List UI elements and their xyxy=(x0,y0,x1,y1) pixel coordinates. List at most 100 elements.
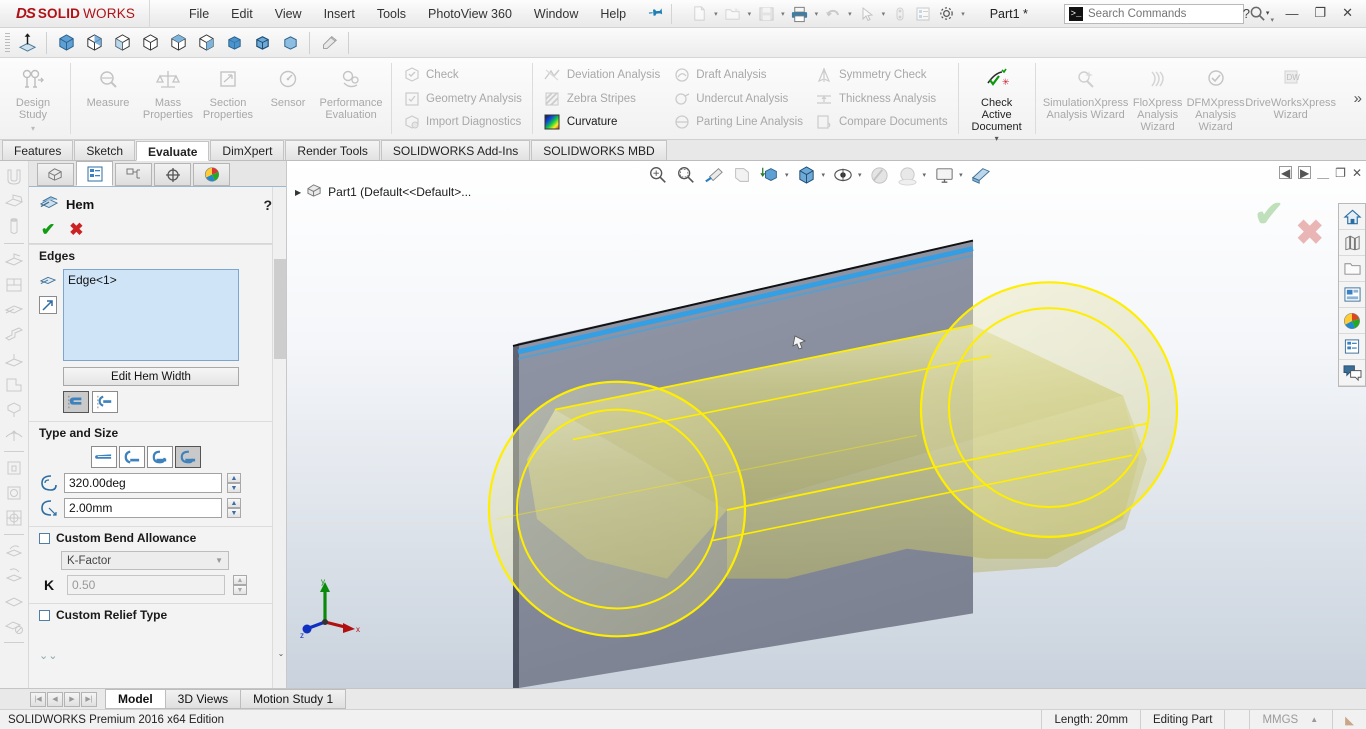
deviation-analysis-button[interactable]: Deviation Analysis xyxy=(539,63,664,87)
material-inside-button[interactable] xyxy=(63,391,89,413)
graphics-area[interactable]: ▾ ▾ ▾ ▾ ▾ ◀ ▶ ＿ ❐ ✕ ▶ Part1 (Default<<De… xyxy=(287,161,1366,688)
front-view-icon[interactable] xyxy=(136,30,164,56)
section-header-edges[interactable]: Edges ⌃ xyxy=(29,244,286,266)
trimetric-view-icon[interactable] xyxy=(80,30,108,56)
open-folder-icon[interactable] xyxy=(722,3,744,25)
floxpress-button[interactable]: FloXpress Analysis Wizard xyxy=(1129,62,1187,136)
jog-icon[interactable] xyxy=(2,323,26,347)
hem-angle-stepper[interactable]: ▲ ▼ xyxy=(227,473,241,493)
view-settings-icon[interactable] xyxy=(931,163,957,187)
section-header-custom-relief-type[interactable]: Custom Relief Type ⌃ xyxy=(29,603,286,625)
previous-document-icon[interactable]: ◀ xyxy=(1279,166,1293,180)
print-icon[interactable] xyxy=(789,3,811,25)
accept-button[interactable]: ✔ xyxy=(41,221,55,238)
simple-hole-icon[interactable] xyxy=(2,481,26,505)
compare-documents-button[interactable]: Compare Documents xyxy=(811,110,952,134)
selected-edge-item[interactable]: Edge<1> xyxy=(68,273,117,287)
home-icon[interactable] xyxy=(1339,204,1365,230)
custom-relief-type-checkbox[interactable] xyxy=(39,609,50,621)
chevron-down-icon[interactable]: ▼ xyxy=(215,556,223,565)
zoom-to-fit-icon[interactable] xyxy=(645,163,671,187)
search-commands-box[interactable]: >_ xyxy=(1064,4,1244,24)
cancel-button[interactable]: ✖ xyxy=(69,221,83,238)
edit-hem-width-button[interactable]: Edit Hem Width xyxy=(63,367,239,386)
sheet-metal-base-flange-icon[interactable] xyxy=(2,165,26,189)
section-view-icon[interactable] xyxy=(729,163,755,187)
convert-to-sheet-metal-icon[interactable] xyxy=(2,190,26,214)
display-manager-tab[interactable] xyxy=(193,163,230,186)
sketched-bend-icon[interactable] xyxy=(2,348,26,372)
closed-corner-icon[interactable] xyxy=(2,373,26,397)
previous-view-icon[interactable] xyxy=(701,163,727,187)
top-view-icon[interactable] xyxy=(164,30,192,56)
check-active-document-button[interactable]: ✳ Check Active Document ▾ xyxy=(966,62,1028,148)
feature-tree-root-label[interactable]: Part1 (Default<<Default>... xyxy=(328,185,471,199)
vent-icon[interactable] xyxy=(2,506,26,530)
restore-button[interactable]: ❐ xyxy=(1307,3,1333,23)
lofted-bend-icon[interactable] xyxy=(2,215,26,239)
edge-flange-icon[interactable] xyxy=(2,248,26,272)
menu-file[interactable]: File xyxy=(178,3,220,25)
hem-icon[interactable] xyxy=(2,298,26,322)
configuration-manager-tab[interactable] xyxy=(115,163,152,186)
closed-hem-button[interactable] xyxy=(91,446,117,468)
tab-3d-views[interactable]: 3D Views xyxy=(164,689,242,709)
menu-help[interactable]: Help xyxy=(589,3,637,25)
hem-radius-stepper[interactable]: ▲ ▼ xyxy=(227,498,241,518)
forming-tool-icon[interactable] xyxy=(2,423,26,447)
scrollbar-thumb[interactable] xyxy=(274,259,286,359)
extruded-cut-icon[interactable] xyxy=(2,456,26,480)
section-header-type-and-size[interactable]: Type and Size ⌃ xyxy=(29,421,286,443)
menu-insert[interactable]: Insert xyxy=(313,3,366,25)
tab-features[interactable]: Features xyxy=(2,140,74,160)
scroll-down-icon[interactable]: ⌄ xyxy=(275,647,287,660)
zebra-stripes-button[interactable]: Zebra Stripes xyxy=(539,87,664,111)
document-close-button[interactable]: ✕ xyxy=(1352,166,1362,180)
first-tab-icon[interactable]: |◀ xyxy=(30,691,46,707)
bend-allowance-type-select[interactable]: K-Factor ▼ xyxy=(61,551,229,570)
undercut-analysis-button[interactable]: Undercut Analysis xyxy=(668,87,807,111)
zoom-to-area-icon[interactable] xyxy=(673,163,699,187)
isometric-view-icon[interactable] xyxy=(52,30,80,56)
welded-corner-icon[interactable] xyxy=(2,398,26,422)
menu-view[interactable]: View xyxy=(264,3,313,25)
save-icon[interactable] xyxy=(755,3,777,25)
dfmxpress-button[interactable]: DFMXpress Analysis Wizard xyxy=(1187,62,1245,136)
shaded-edges-cube-icon[interactable] xyxy=(248,30,276,56)
help-button[interactable]: ? xyxy=(1236,4,1257,23)
k-factor-stepper[interactable]: ▲ ▼ xyxy=(233,575,247,595)
mass-properties-button[interactable]: Mass Properties xyxy=(138,62,198,124)
tab-motion-study-1[interactable]: Motion Study 1 xyxy=(240,689,347,709)
flyout-feature-tree[interactable]: ▶ Part1 (Default<<Default>... xyxy=(295,183,471,201)
miter-flange-icon[interactable] xyxy=(2,273,26,297)
status-units[interactable]: MMGS xyxy=(1249,709,1310,729)
menu-edit[interactable]: Edit xyxy=(220,3,264,25)
menu-window[interactable]: Window xyxy=(523,3,589,25)
status-resize-grip[interactable]: ◣ xyxy=(1332,709,1366,729)
next-document-icon[interactable]: ▶ xyxy=(1298,166,1312,180)
ribbon-overflow-icon[interactable]: » xyxy=(1354,90,1362,107)
normal-to-icon[interactable] xyxy=(13,30,41,56)
edges-selection-box[interactable]: Edge<1> xyxy=(63,269,239,361)
stepper-up-icon[interactable]: ▲ xyxy=(233,575,247,585)
driveworksxpress-button[interactable]: DW DriveWorksXpress Wizard xyxy=(1245,62,1337,124)
tab-solidworks-mbd[interactable]: SOLIDWORKS MBD xyxy=(531,140,667,160)
draft-analysis-button[interactable]: Draft Analysis xyxy=(668,63,807,87)
paint-roller-icon[interactable] xyxy=(315,30,343,56)
fold-icon[interactable] xyxy=(2,564,26,588)
last-tab-icon[interactable]: ▶| xyxy=(81,691,97,707)
file-properties-icon[interactable] xyxy=(912,3,934,25)
confirm-reject-icon[interactable]: ✖ xyxy=(1296,213,1325,253)
section-header-custom-bend-allowance[interactable]: Custom Bend Allowance ⌃ xyxy=(29,526,286,548)
check-button[interactable]: Check xyxy=(398,63,526,87)
dimetric-view-icon[interactable] xyxy=(108,30,136,56)
flatten-icon[interactable] xyxy=(2,589,26,613)
tab-model[interactable]: Model xyxy=(105,689,166,709)
rolled-hem-button[interactable] xyxy=(175,446,201,468)
stepper-down-icon[interactable]: ▼ xyxy=(233,585,247,595)
stepper-up-icon[interactable]: ▲ xyxy=(227,473,241,483)
tab-sketch[interactable]: Sketch xyxy=(74,140,136,160)
simulationxpress-button[interactable]: SimulationXpress Analysis Wizard xyxy=(1043,62,1129,124)
hide-show-items-icon[interactable] xyxy=(830,163,856,187)
tab-dimxpert[interactable]: DimXpert xyxy=(210,140,285,160)
